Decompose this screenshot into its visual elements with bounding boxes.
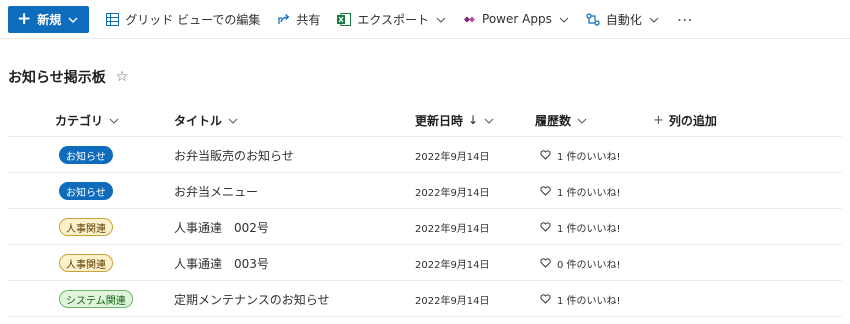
chevron-down-icon [649,12,659,26]
chevron-down-icon [559,12,569,26]
like-label: 0 件のいいね! [557,259,621,271]
item-title[interactable]: 人事通達 003号 [174,245,269,281]
column-header-history[interactable]: 履歴数 [535,104,587,136]
like-label: 1 件のいいね! [557,187,621,199]
heart-icon [540,258,551,268]
column-header-label: 更新日時 [415,113,464,128]
export-label: エクスポート [357,12,430,27]
updated-date: 2022年9月14日 [415,223,490,235]
add-column-label: 列の追加 [668,113,717,128]
power-apps-icon [463,14,476,25]
heart-icon [540,186,551,196]
grid-edit-label: グリッド ビューでの編集 [125,12,261,27]
heart-icon [540,150,551,160]
excel-icon [337,12,352,26]
grid-icon [106,12,120,26]
export-button[interactable]: エクスポート [337,6,446,33]
table-row[interactable]: システム関連 定期メンテナンスのお知らせ 2022年9月14日 1 件のいいね! [0,281,850,317]
item-title[interactable]: 定期メンテナンスのお知らせ [174,281,330,317]
column-header-label: 履歴数 [535,113,572,128]
like-count[interactable]: 0 件のいいね! [540,245,621,281]
column-header-category[interactable]: カテゴリ [55,104,119,136]
command-bar-divider [0,38,850,39]
table-row[interactable]: お知らせ お弁当メニュー 2022年9月14日 1 件のいいね! [0,173,850,209]
chevron-down-icon [436,12,446,26]
like-label: 1 件のいいね! [557,151,621,163]
category-badge[interactable]: お知らせ [59,146,113,164]
heart-icon [540,222,551,232]
share-label: 共有 [296,12,321,27]
table-row[interactable]: 人事関連 人事通達 003号 2022年9月14日 0 件のいいね! [0,245,850,281]
sort-descending-icon: ↓ [468,113,479,127]
column-header-title[interactable]: タイトル [174,104,238,136]
more-options-button[interactable]: ⋯ [677,6,694,33]
column-header-label: カテゴリ [55,113,104,128]
power-apps-label: Power Apps [482,12,552,26]
list-title: お知らせ掲示板 [8,70,106,86]
chevron-down-icon [68,12,78,26]
power-apps-button[interactable]: Power Apps [463,6,569,33]
updated-date: 2022年9月14日 [415,295,490,307]
heart-icon [540,294,551,304]
category-badge[interactable]: 人事関連 [59,254,113,272]
chevron-down-icon [577,113,587,127]
plus-icon: + [17,8,32,29]
updated-date: 2022年9月14日 [415,259,490,271]
share-icon [277,13,290,26]
chevron-down-icon [109,113,119,127]
item-title[interactable]: お弁当メニュー [174,173,258,209]
table-row[interactable]: 人事関連 人事通達 002号 2022年9月14日 1 件のいいね! [0,209,850,245]
like-count[interactable]: 1 件のいいね! [540,209,621,245]
automate-label: 自動化 [605,12,642,27]
like-count[interactable]: 1 件のいいね! [540,137,621,173]
row-divider [8,316,842,317]
category-badge[interactable]: 人事関連 [59,218,113,236]
flow-icon [586,12,600,26]
category-badge[interactable]: システム関連 [59,290,133,308]
command-bar: + 新規 グリッド ビューでの編集 共有 エクスポート Power Apps 自… [0,0,850,38]
like-label: 1 件のいいね! [557,223,621,235]
category-badge[interactable]: お知らせ [59,182,113,200]
column-header-updated[interactable]: 更新日時 ↓ [415,104,494,136]
updated-date: 2022年9月14日 [415,187,490,199]
new-button-label: 新規 [37,12,62,27]
page-title: お知らせ掲示板 ☆ [8,67,128,87]
automate-button[interactable]: 自動化 [586,6,659,33]
chevron-down-icon [228,113,238,127]
table-header: カテゴリ タイトル 更新日時 ↓ 履歴数 + 列の追加 [0,104,850,136]
item-title[interactable]: 人事通達 002号 [174,209,269,245]
like-count[interactable]: 1 件のいいね! [540,281,621,317]
column-header-label: タイトル [174,113,223,128]
table-row[interactable]: お知らせ お弁当販売のお知らせ 2022年9月14日 1 件のいいね! [0,137,850,173]
item-title[interactable]: お弁当販売のお知らせ [174,137,294,173]
star-icon[interactable]: ☆ [116,69,129,85]
add-column-button[interactable]: + 列の追加 [653,104,717,136]
chevron-down-icon [484,113,494,127]
like-count[interactable]: 1 件のいいね! [540,173,621,209]
updated-date: 2022年9月14日 [415,151,490,163]
grid-edit-button[interactable]: グリッド ビューでの編集 [106,6,260,33]
share-button[interactable]: 共有 [277,6,320,33]
plus-icon: + [653,112,664,128]
new-button[interactable]: + 新規 [8,5,90,33]
like-label: 1 件のいいね! [557,295,621,307]
